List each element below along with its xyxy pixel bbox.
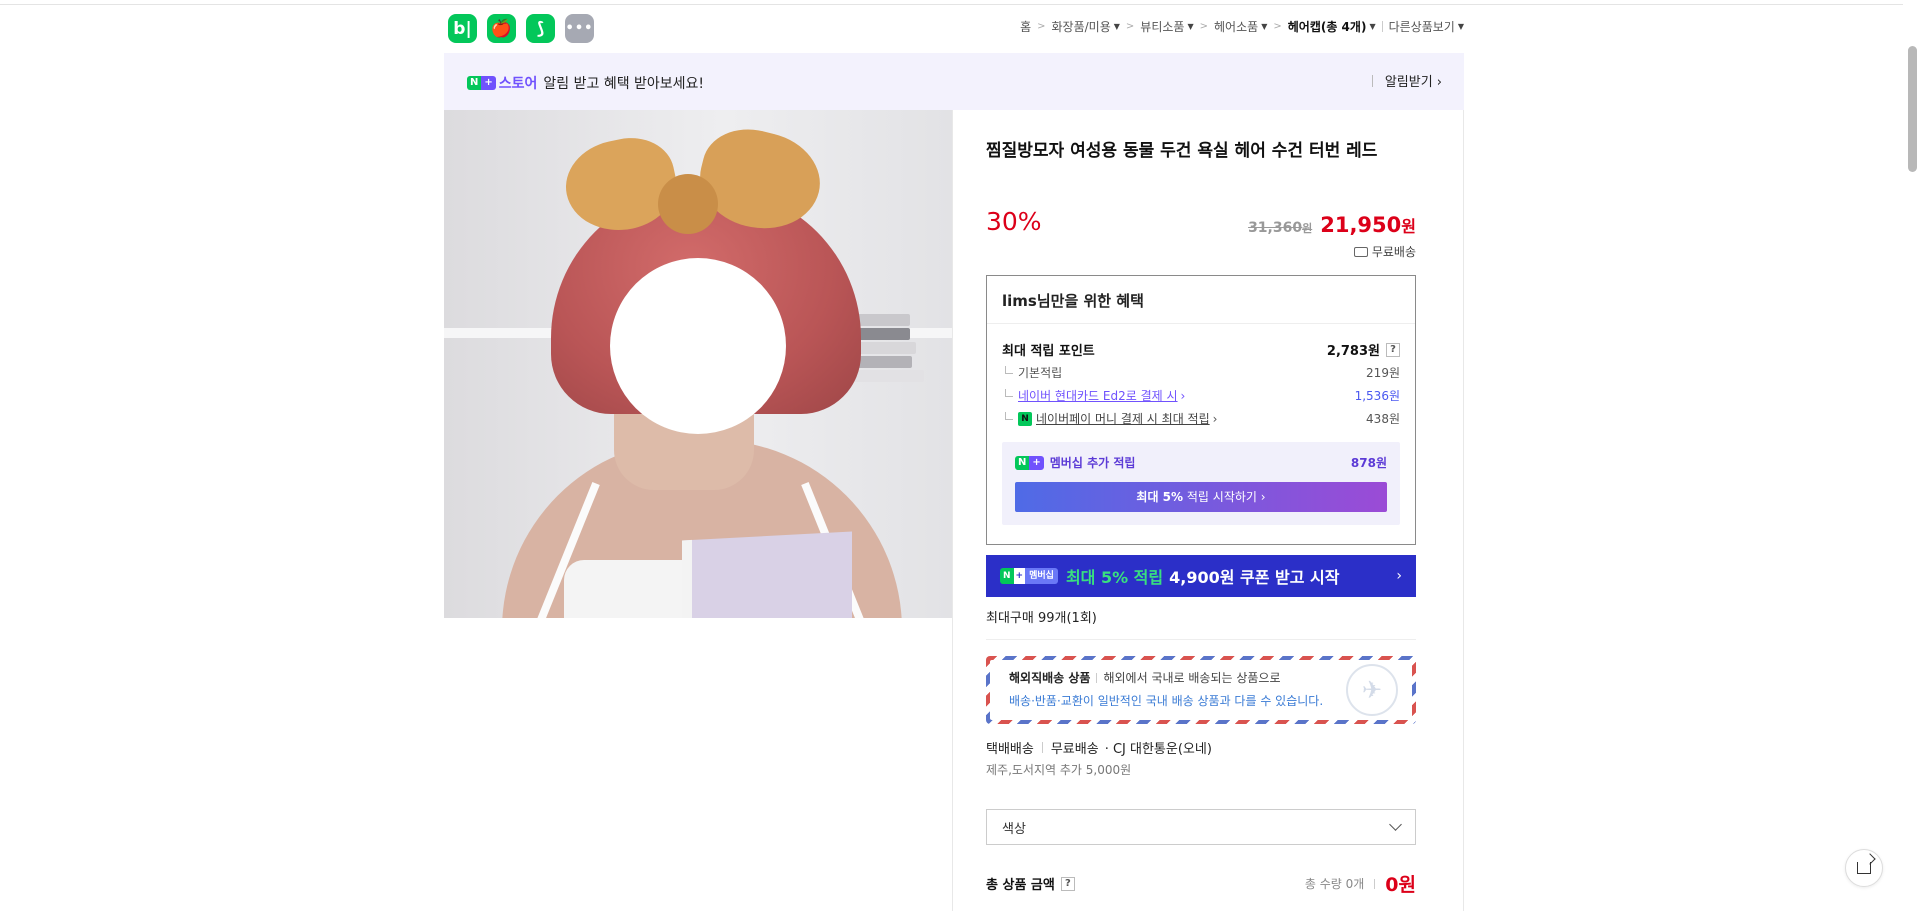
product-info-panel: 찜질방모자 여성용 동물 두건 욕실 헤어 수건 터번 레드 30% 31,36… [952,110,1464,911]
breadcrumb-current[interactable]: 헤어캡(총 4개) ▼ [1288,18,1376,35]
naver-plus-icon: N + [467,76,496,90]
membership-coupon-banner[interactable]: N + 멤버십 최대 5% 적립 4,900원 쿠폰 받고 시작 › [986,555,1416,597]
delivery-extra-fee: 제주,도서지역 추가 5,000원 [986,763,1132,777]
naver-plus-icon: N + [1015,455,1044,470]
price-block: 31,360원 21,950원 [1248,213,1416,237]
alarm-button[interactable]: 알림받기 › [1371,71,1442,90]
chevron-right-icon: › [1396,568,1402,584]
breadcrumb-separator-icon: > [1273,21,1282,32]
scrollbar[interactable] [1903,0,1920,911]
membership-badge-icon: N + 멤버십 [1000,568,1058,584]
breadcrumb-level1[interactable]: 화장품/미용 ▼ [1052,18,1120,35]
app-shortcuts: b| 🍎 ⟆ ••• [448,14,594,43]
max-points-row: 최대 적립 포인트 2,783원 ? [1002,340,1400,359]
caret-down-icon: ▼ [1187,22,1194,31]
page-container: b| 🍎 ⟆ ••• 홈 > 화장품/미용 ▼ > 뷰티소품 ▼ > 헤어소품 ▼ >… [444,0,1464,911]
original-price: 31,360원 [1248,220,1313,236]
breadcrumb-level2[interactable]: 뷰티소품 ▼ [1140,18,1193,35]
shipping-info: 무료배송 [1353,243,1416,260]
blog-app-icon[interactable]: b| [448,14,477,43]
npay-benefit-link[interactable]: 네이버페이 머니 결제 시 최대 적립 [1036,410,1210,427]
banner-message: 알림 받고 혜택 받아보세요! [543,76,705,92]
international-shipping-notice: 해외직배송 상품 해외에서 국내로 배송되는 상품으로 배송·반품·교환이 일반… [986,656,1416,724]
chevron-right-icon: › [1212,411,1218,426]
divider [1381,21,1383,32]
truck-icon [1353,246,1368,257]
store-alarm-banner: N + 스토어 알림 받고 혜택 받아보세요! 알림받기 › [444,53,1464,110]
membership-row: N + 멤버십 추가 적립 878원 [1015,454,1387,471]
breadcrumb-separator-icon: > [1125,21,1135,32]
sale-price: 21,950원 [1320,213,1416,237]
breadcrumb-level3[interactable]: 헤어소품 ▼ [1214,18,1267,35]
chevron-right-icon: › [1180,388,1186,403]
caret-down-icon: ▼ [1261,22,1268,31]
breadcrumb: 홈 > 화장품/미용 ▼ > 뷰티소품 ▼ > 헤어소품 ▼ > 헤어캡(총 4개) ▼… [1020,18,1464,35]
discount-rate: 30% [986,207,1042,236]
naverpay-icon: N [1018,411,1032,426]
benefit-title: lims님만을 위한 혜택 [987,276,1415,324]
membership-start-button[interactable]: 최대 5% 적립 시작하기 › [1015,482,1387,512]
bookmark-app-icon[interactable]: ⟆ [526,14,555,43]
breadcrumb-separator-icon: > [1037,21,1046,32]
card-benefit-link[interactable]: 네이버 현대카드 Ed2로 결제 시 [1018,387,1178,404]
delivery-info: 택배배송 무료배송 · CJ 대한통운(오네) [986,742,1212,757]
npay-points-row: N 네이버페이 머니 결제 시 최대 적립 › 438원 [1002,410,1400,427]
face-mask [610,258,786,434]
card-points-row: 네이버 현대카드 Ed2로 결제 시 › 1,536원 [1002,387,1400,404]
chevron-down-icon [1389,818,1402,831]
other-products-menu[interactable]: 다른상품보기 ▼ [1389,18,1464,35]
divider [986,639,1416,640]
bow-knot [658,174,718,234]
total-price-row: 총 상품 금액? 총 수량 0개 0원 [986,870,1416,897]
caret-down-icon: ▼ [1369,22,1376,31]
divider [1371,74,1373,87]
help-icon[interactable]: ? [1060,876,1075,891]
membership-box: N + 멤버십 추가 적립 878원 최대 5% 적립 시작하기 › [1002,442,1400,525]
color-option-select[interactable]: 색상 [986,809,1416,845]
airplane-stamp-icon: ✈ [1346,664,1398,716]
product-image[interactable] [444,110,952,618]
store-badge: N + 스토어 알림 받고 혜택 받아보세요! [467,73,704,93]
breadcrumb-separator-icon: > [1199,21,1209,32]
breadcrumb-home[interactable]: 홈 [1020,18,1031,35]
scrollbar-thumb[interactable] [1908,46,1917,172]
caret-down-icon: ▼ [1113,22,1120,31]
help-icon[interactable]: ? [1386,342,1400,357]
share-icon [1857,862,1871,874]
max-purchase-info: 최대구매 99개(1회) [986,611,1097,626]
product-title: 찜질방모자 여성용 동물 두건 욕실 헤어 수건 터번 레드 [986,141,1378,161]
store-label: 스토어 [498,76,538,92]
total-amount: 0원 [1385,874,1416,896]
shopping-app-icon[interactable]: 🍎 [487,14,516,43]
share-button[interactable] [1845,849,1883,887]
benefit-box: lims님만을 위한 혜택 최대 적립 포인트 2,783원 ? 기본적립 21… [986,275,1416,545]
more-apps-icon[interactable]: ••• [565,14,594,43]
caret-down-icon: ▼ [1457,22,1464,31]
basic-points-row: 기본적립 219원 [1002,364,1400,381]
magazine [682,531,852,618]
